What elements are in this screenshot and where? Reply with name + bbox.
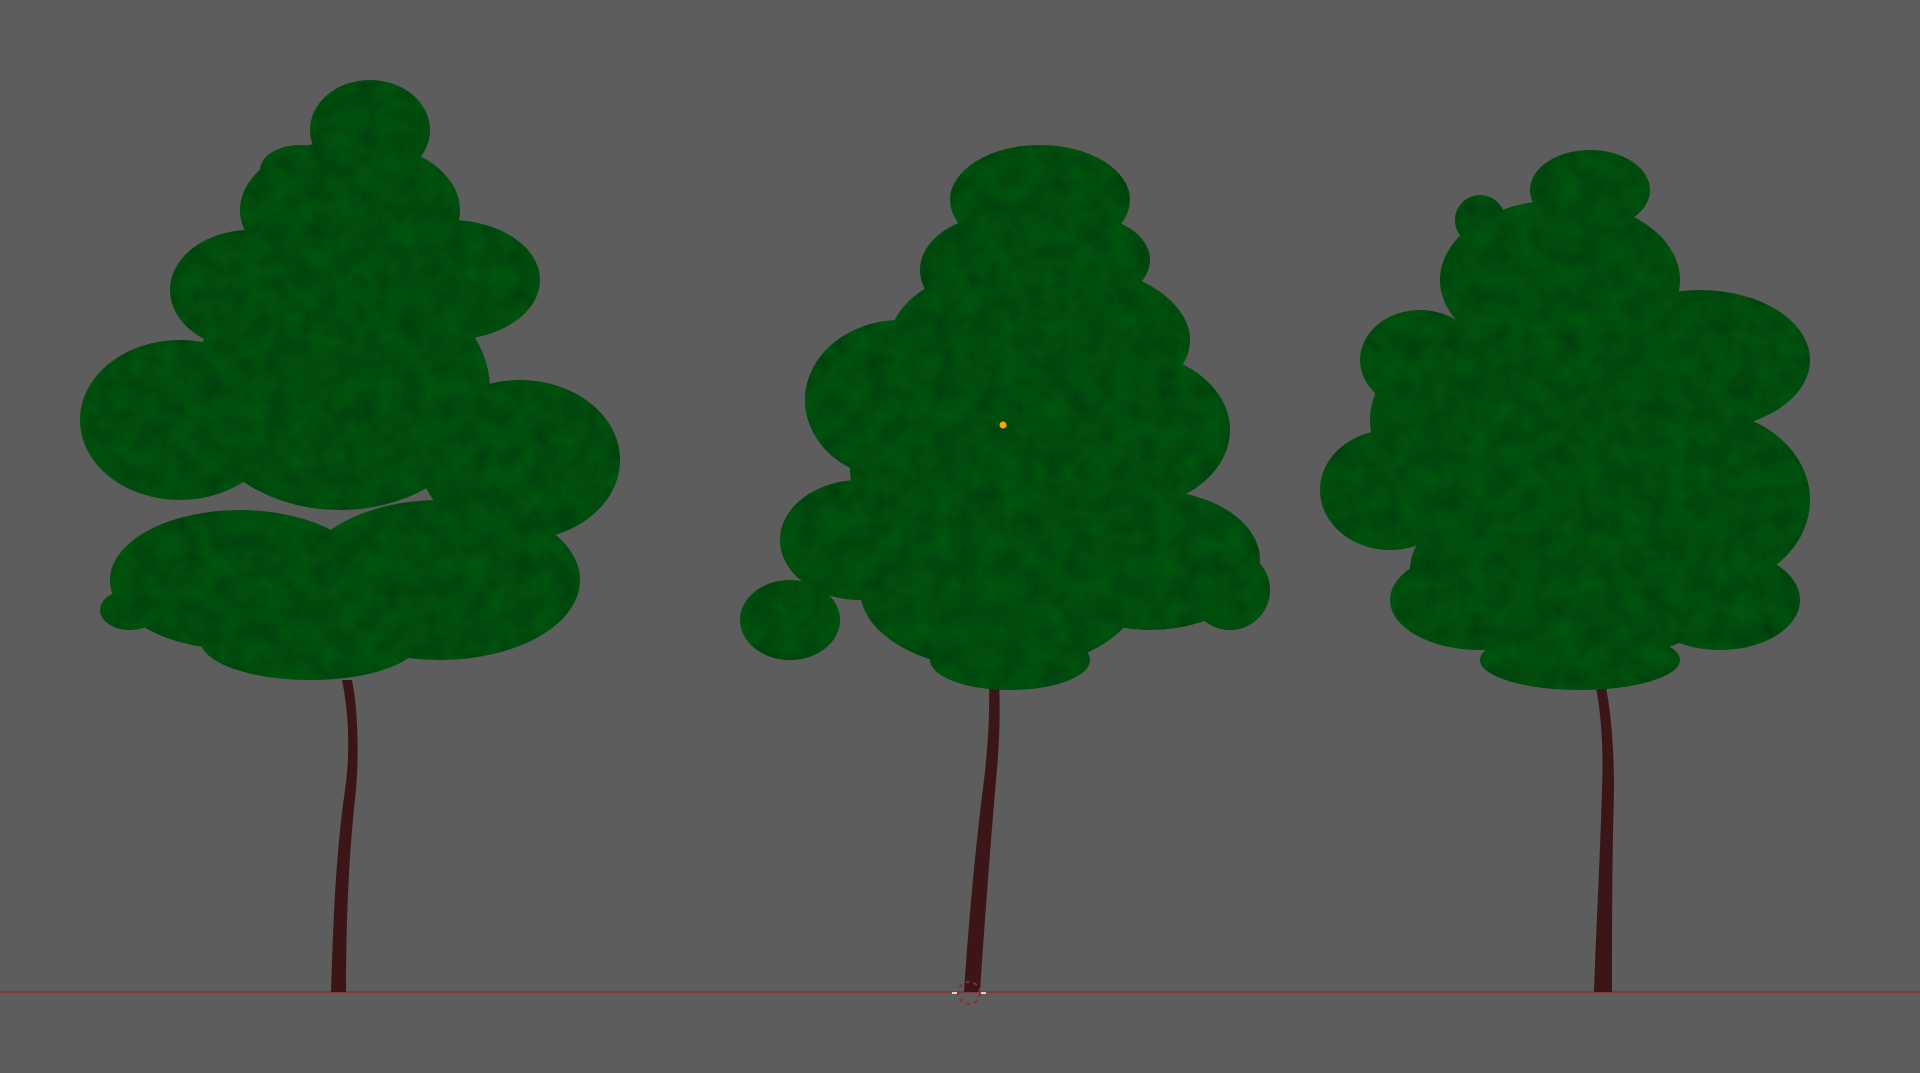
tree-trunk [1592,670,1614,992]
viewport-scene[interactable] [0,0,1920,1073]
tree-trunk [331,680,358,992]
tree-object-3[interactable] [1320,150,1810,992]
3d-viewport[interactable] [0,0,1920,1073]
tree-foliage [1320,150,1810,690]
tree-trunk [964,660,1000,992]
active-object-origin[interactable] [999,421,1007,429]
tree-foliage [740,145,1270,690]
tree-object-2[interactable] [740,145,1270,992]
tree-foliage [80,80,620,680]
tree-object-1[interactable] [80,80,620,992]
